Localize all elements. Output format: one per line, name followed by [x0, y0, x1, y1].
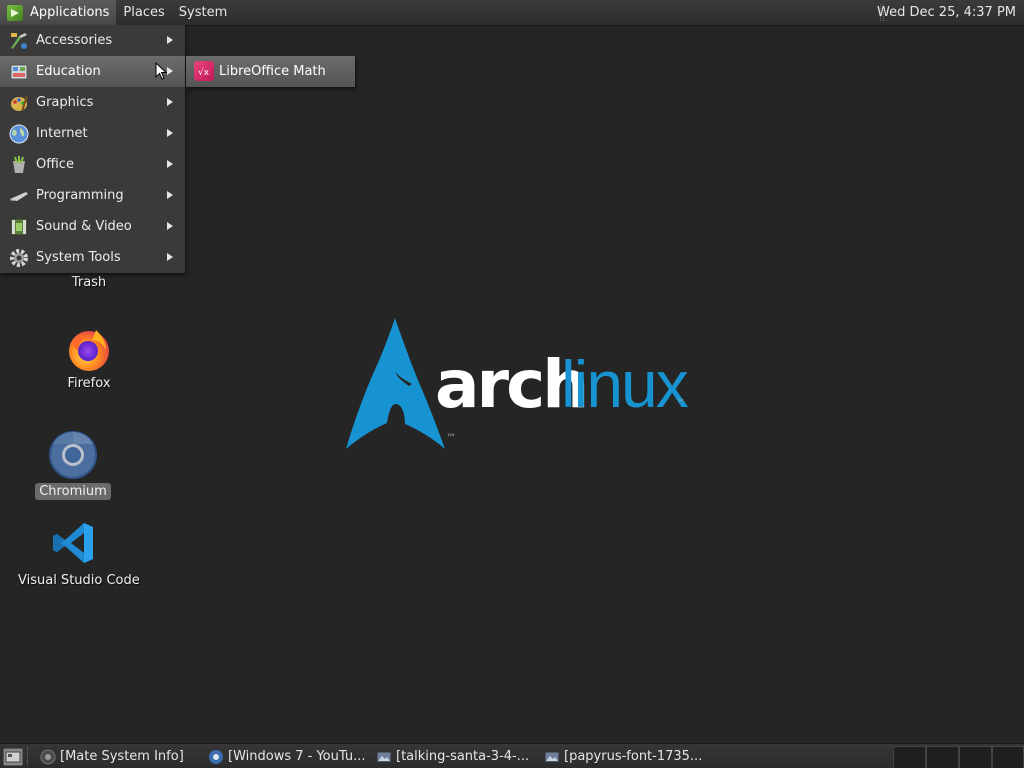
- menu-label: System Tools: [36, 250, 121, 265]
- menu-item-graphics[interactable]: Graphics: [0, 87, 185, 118]
- menu-item-internet[interactable]: Internet: [0, 118, 185, 149]
- menu-item-programming[interactable]: Programming: [0, 180, 185, 211]
- desktop-icon-vscode[interactable]: Visual Studio Code: [14, 520, 140, 589]
- system-menu[interactable]: System: [172, 0, 234, 25]
- places-menu[interactable]: Places: [116, 0, 171, 25]
- libreoffice-math-icon: √x: [194, 61, 214, 81]
- chromium-label: Chromium: [35, 483, 111, 500]
- logo-tm: ™: [677, 398, 685, 407]
- menu-label: Programming: [36, 188, 124, 203]
- menu-label: Sound & Video: [36, 219, 132, 234]
- image-viewer-icon: [544, 751, 560, 763]
- submenu-arrow-icon: [167, 36, 173, 44]
- show-desktop-button[interactable]: [3, 748, 23, 766]
- logo-word-linux: linux: [561, 347, 689, 421]
- desktop: Applications Places System Wed Dec 25, 4…: [0, 0, 1024, 768]
- accessories-icon: [11, 33, 27, 49]
- svg-text:™: ™: [446, 433, 456, 444]
- chromium-icon: [209, 750, 223, 764]
- submenu-arrow-icon: [167, 222, 173, 230]
- menu-label: Office: [36, 157, 74, 172]
- submenu-arrow-icon: [167, 129, 173, 137]
- menu-item-sound-video[interactable]: Sound & Video: [0, 211, 185, 242]
- task-button-windows7-youtube[interactable]: [Windows 7 - YouTu...: [202, 744, 368, 768]
- submenu-arrow-icon: [167, 160, 173, 168]
- menu-item-system-tools[interactable]: System Tools: [0, 242, 185, 273]
- clock[interactable]: Wed Dec 25, 4:37 PM: [873, 0, 1020, 25]
- task-label: [Mate System Info]: [60, 749, 184, 764]
- task-button-talking-santa[interactable]: [talking-santa-3-4-...: [370, 744, 536, 768]
- education-icon: [10, 64, 28, 80]
- system-tools-icon: [10, 249, 28, 267]
- trash-label: Trash: [71, 275, 107, 290]
- arch-linux-logo: ™ arch linux ™: [343, 316, 693, 456]
- menu-label: Education: [36, 64, 101, 79]
- mate-logo-icon: [7, 4, 23, 21]
- system-label: System: [178, 5, 228, 20]
- workspace-1[interactable]: [893, 746, 926, 768]
- office-icon: [13, 156, 25, 173]
- menu-item-office[interactable]: Office: [0, 149, 185, 180]
- applications-label: Applications: [30, 5, 110, 20]
- arch-logo-graphic: ™ arch linux ™: [346, 318, 691, 449]
- menu-label: Internet: [36, 126, 88, 141]
- task-button-papyrus-font[interactable]: [papyrus-font-1735...: [538, 744, 704, 768]
- workspace-2[interactable]: [926, 746, 959, 768]
- task-label: [Windows 7 - YouTu...: [228, 749, 366, 764]
- menu-label: Graphics: [36, 95, 94, 110]
- vscode-icon: [53, 523, 93, 563]
- workspace-3[interactable]: [959, 746, 992, 768]
- vscode-label: Visual Studio Code: [18, 573, 140, 588]
- sound-video-icon: [10, 218, 28, 236]
- education-submenu: √x LibreOffice Math: [186, 56, 355, 87]
- submenu-item-libreoffice-math[interactable]: √x LibreOffice Math: [186, 56, 355, 87]
- graphics-icon: [11, 96, 28, 111]
- chromium-icon: [49, 431, 97, 479]
- firefox-label: Firefox: [67, 376, 111, 391]
- firefox-icon: [69, 330, 109, 371]
- applications-menu[interactable]: Applications: [0, 0, 117, 25]
- workspace-4[interactable]: [992, 746, 1024, 768]
- desktop-icon-firefox[interactable]: Firefox: [44, 326, 134, 392]
- system-info-icon: [40, 749, 56, 765]
- task-label: [talking-santa-3-4-...: [396, 749, 530, 764]
- submenu-arrow-icon: [167, 98, 173, 106]
- show-desktop-icon: [5, 751, 21, 763]
- submenu-arrow-icon: [167, 67, 173, 75]
- programming-icon: [10, 192, 28, 201]
- mouse-cursor-icon: [155, 62, 167, 80]
- places-label: Places: [123, 5, 165, 20]
- svg-text:√x: √x: [198, 67, 210, 78]
- top-panel: Applications Places System Wed Dec 25, 4…: [0, 0, 1024, 26]
- submenu-arrow-icon: [167, 191, 173, 199]
- taskbar-separator: [27, 747, 30, 765]
- task-label: [papyrus-font-1735...: [564, 749, 703, 764]
- menu-label: Accessories: [36, 33, 113, 48]
- submenu-arrow-icon: [167, 253, 173, 261]
- menu-item-accessories[interactable]: Accessories: [0, 25, 185, 56]
- desktop-icon-chromium[interactable]: Chromium: [28, 430, 118, 500]
- submenu-label: LibreOffice Math: [219, 64, 326, 79]
- task-button-mate-system-info[interactable]: [Mate System Info]: [34, 744, 200, 768]
- image-viewer-icon: [376, 751, 392, 763]
- bottom-panel: [Mate System Info] [Windows 7 - YouTu...…: [0, 743, 1024, 768]
- internet-icon: [9, 124, 29, 144]
